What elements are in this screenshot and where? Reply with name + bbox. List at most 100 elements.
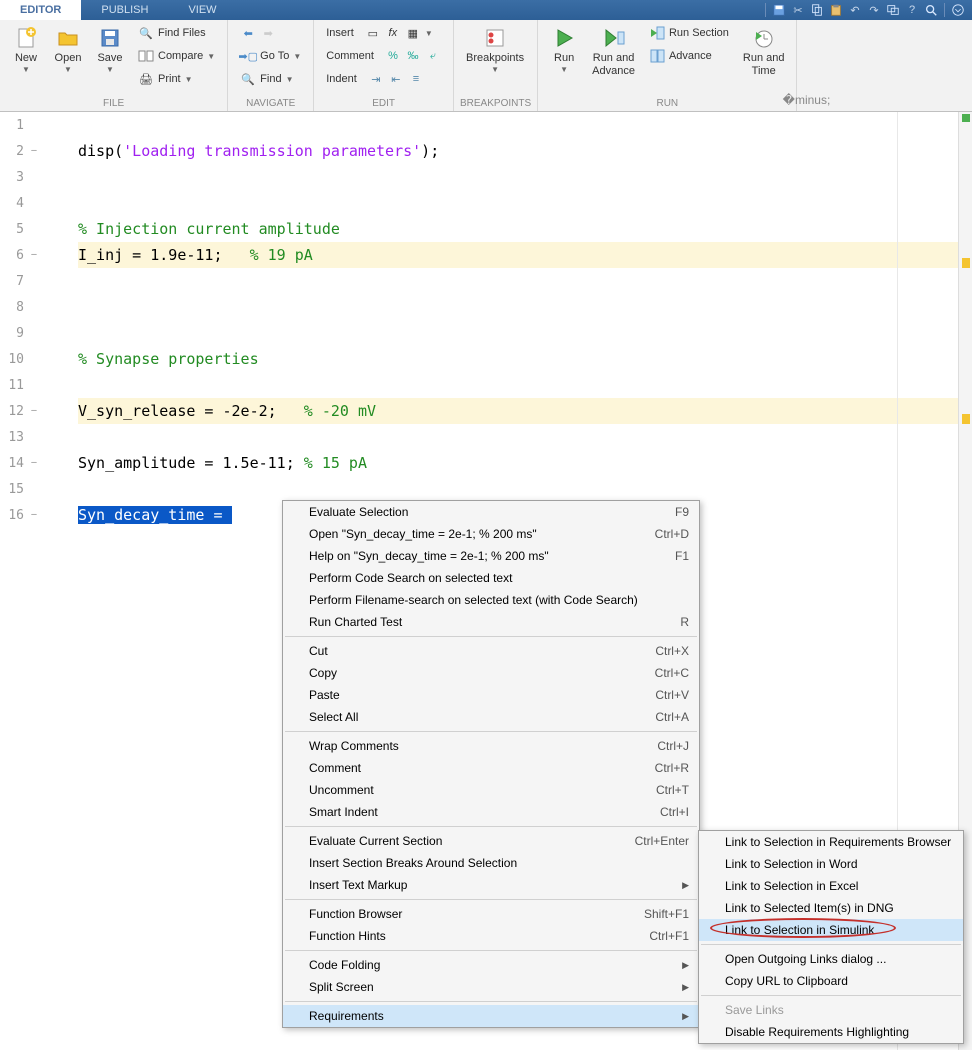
code-line[interactable]: I_inj = 1.9e-11; % 19 pA	[78, 242, 958, 268]
menu-item[interactable]: Split Screen▶	[283, 976, 699, 998]
toolstrip: New ▼ Open ▼ Save ▼ 🔍Find Files Compare …	[0, 20, 972, 112]
code-line[interactable]: % Synapse properties	[78, 346, 958, 372]
save-icon[interactable]	[771, 2, 787, 18]
new-button[interactable]: New ▼	[6, 22, 46, 78]
menu-item[interactable]: Select AllCtrl+A	[283, 706, 699, 728]
menu-item[interactable]: Evaluate Current SectionCtrl+Enter	[283, 830, 699, 852]
save-button[interactable]: Save ▼	[90, 22, 130, 78]
copy-icon[interactable]	[809, 2, 825, 18]
toolstrip-collapse[interactable]: �minus;	[797, 20, 815, 111]
cut-icon[interactable]: ✂	[790, 2, 806, 18]
insert-misc-icon: ▦	[405, 25, 421, 41]
menu-item[interactable]: Perform Filename-search on selected text…	[283, 589, 699, 611]
code-line[interactable]	[78, 320, 958, 346]
menu-item[interactable]: Link to Selection in Word	[699, 853, 963, 875]
code-line[interactable]	[78, 372, 958, 398]
find-icon: 🔍	[240, 71, 256, 87]
menu-item[interactable]: CutCtrl+X	[283, 640, 699, 662]
wrap-icon: ⤶	[425, 48, 441, 64]
menu-item[interactable]: Link to Selection in Excel	[699, 875, 963, 897]
toolstrip-section-run: Run ▼ Run and Advance Run Section Advanc…	[538, 20, 797, 111]
menu-item[interactable]: Run Charted TestR	[283, 611, 699, 633]
section-label-breakpoints: BREAKPOINTS	[460, 96, 531, 111]
code-line[interactable]	[78, 268, 958, 294]
tab-editor[interactable]: EDITOR	[0, 0, 81, 20]
run-button[interactable]: Run ▼	[544, 22, 584, 78]
toolstrip-section-file: New ▼ Open ▼ Save ▼ 🔍Find Files Compare …	[0, 20, 228, 111]
code-line[interactable]	[78, 112, 958, 138]
section-label-run: RUN	[544, 96, 790, 111]
indent-icon: ⇥	[368, 71, 384, 87]
menu-item[interactable]: Link to Selected Item(s) in DNG	[699, 897, 963, 919]
print-button[interactable]: 🖨Print ▼	[132, 68, 221, 90]
code-line[interactable]	[78, 424, 958, 450]
code-line[interactable]	[78, 164, 958, 190]
menu-item[interactable]: Function HintsCtrl+F1	[283, 925, 699, 947]
goto-icon: ➡▢	[240, 48, 256, 64]
code-line[interactable]: % Injection current amplitude	[78, 216, 958, 242]
paste-icon[interactable]	[828, 2, 844, 18]
menu-item[interactable]: PasteCtrl+V	[283, 684, 699, 706]
advance-button[interactable]: Advance	[643, 45, 735, 67]
breakpoints-icon	[483, 26, 507, 50]
menu-item[interactable]: Disable Requirements Highlighting	[699, 1021, 963, 1043]
status-ok-marker	[962, 114, 970, 122]
undo-icon[interactable]: ↶	[847, 2, 863, 18]
code-line[interactable]: V_syn_release = -2e-2; % -20 mV	[78, 398, 958, 424]
insert-fx-icon: fx	[385, 25, 401, 41]
tab-publish[interactable]: PUBLISH	[81, 0, 168, 20]
switch-windows-icon[interactable]	[885, 2, 901, 18]
menu-item[interactable]: Function BrowserShift+F1	[283, 903, 699, 925]
advance-icon	[649, 48, 665, 64]
menu-item[interactable]: CopyCtrl+C	[283, 662, 699, 684]
warning-marker[interactable]	[962, 414, 970, 424]
forward-icon: ➡	[260, 25, 276, 41]
warning-marker[interactable]	[962, 258, 970, 268]
menu-item[interactable]: Insert Text Markup▶	[283, 874, 699, 896]
compare-button[interactable]: Compare ▼	[132, 45, 221, 67]
run-label: Run	[554, 52, 574, 65]
run-advance-button[interactable]: Run and Advance	[586, 22, 641, 82]
back-icon: ⬅	[240, 25, 256, 41]
insert-section-icon: ▭	[365, 25, 381, 41]
insert-button[interactable]: Insert ▭ fx ▦▼	[320, 22, 447, 44]
code-line[interactable]: disp('Loading transmission parameters');	[78, 138, 958, 164]
menu-item[interactable]: Link to Selection in Requirements Browse…	[699, 831, 963, 853]
goto-button[interactable]: ➡▢Go To ▼	[234, 45, 307, 67]
code-line[interactable]	[78, 190, 958, 216]
tab-view[interactable]: VIEW	[168, 0, 236, 20]
toolstrip-section-navigate: ⬅➡ ➡▢Go To ▼ 🔍Find ▼ NAVIGATE	[228, 20, 314, 111]
find-button[interactable]: 🔍Find ▼	[234, 68, 307, 90]
open-button[interactable]: Open ▼	[48, 22, 88, 78]
menu-item[interactable]: Perform Code Search on selected text	[283, 567, 699, 589]
menu-item[interactable]: Wrap CommentsCtrl+J	[283, 735, 699, 757]
indent-button[interactable]: Indent ⇥ ⇤ ≡	[320, 68, 447, 90]
find-files-button[interactable]: 🔍Find Files	[132, 22, 221, 44]
comment-button[interactable]: Comment % ‰ ⤶	[320, 45, 447, 67]
titlebar-quickaccess: ✂ ↶ ↷ ?	[763, 0, 972, 20]
menu-item[interactable]: Requirements▶	[283, 1005, 699, 1027]
nav-back-forward[interactable]: ⬅➡	[234, 22, 307, 44]
breakpoints-button[interactable]: Breakpoints ▼	[460, 22, 530, 78]
code-line[interactable]	[78, 476, 958, 502]
run-section-button[interactable]: Run Section	[643, 22, 735, 44]
menu-item[interactable]: Open "Syn_decay_time = 2e-1; % 200 ms"Ct…	[283, 523, 699, 545]
code-line[interactable]: Syn_amplitude = 1.5e-11; % 15 pA	[78, 450, 958, 476]
help-icon[interactable]: ?	[904, 2, 920, 18]
search-icon[interactable]	[923, 2, 939, 18]
run-time-button[interactable]: Run and Time	[737, 22, 791, 82]
menu-item[interactable]: Link to Selection in Simulink	[699, 919, 963, 941]
code-line[interactable]	[78, 294, 958, 320]
menu-item[interactable]: Smart IndentCtrl+I	[283, 801, 699, 823]
menu-item[interactable]: Insert Section Breaks Around Selection	[283, 852, 699, 874]
menu-item[interactable]: Help on "Syn_decay_time = 2e-1; % 200 ms…	[283, 545, 699, 567]
menu-item[interactable]: UncommentCtrl+T	[283, 779, 699, 801]
minimize-toolstrip-icon[interactable]	[950, 2, 966, 18]
menu-item[interactable]: Code Folding▶	[283, 954, 699, 976]
menu-item[interactable]: Evaluate SelectionF9	[283, 501, 699, 523]
save-label: Save	[97, 52, 122, 65]
menu-item[interactable]: Open Outgoing Links dialog ...	[699, 948, 963, 970]
menu-item[interactable]: Copy URL to Clipboard	[699, 970, 963, 992]
redo-icon[interactable]: ↷	[866, 2, 882, 18]
menu-item[interactable]: CommentCtrl+R	[283, 757, 699, 779]
